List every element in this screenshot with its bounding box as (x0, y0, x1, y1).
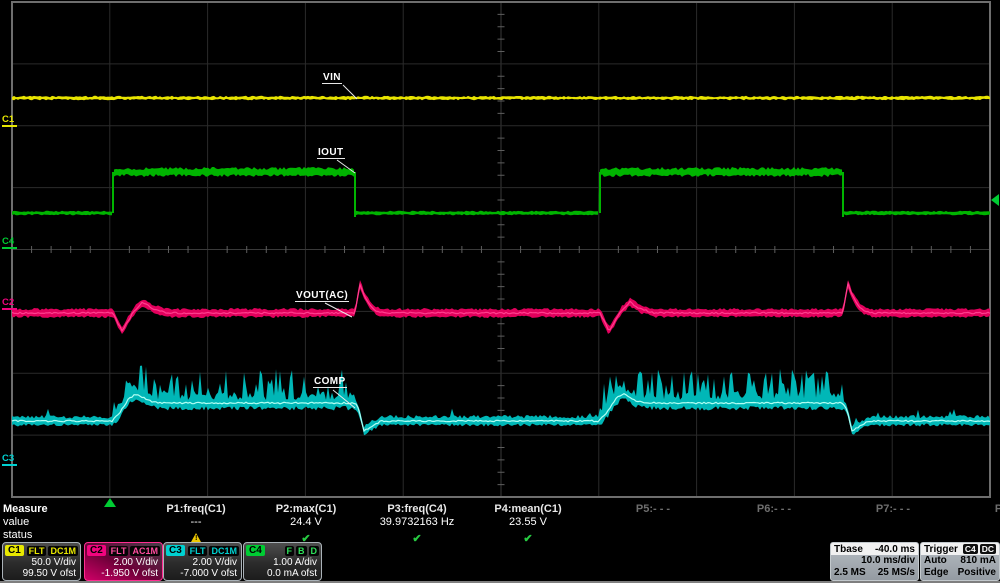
trigger-panel[interactable]: Trigger C4 DC Auto 810 mA Edge Positive (920, 542, 1000, 581)
check-icon: ✔ (523, 533, 532, 545)
c1-coupling-badge-dc1m: DC1M (48, 546, 78, 556)
trigger-mode: Auto (924, 555, 947, 567)
trigger-slope: Positive (958, 567, 996, 579)
trigger-level-marker (991, 194, 999, 206)
measure-p8[interactable]: P8:- - - (937, 503, 1000, 516)
channel-box-c2[interactable]: C2 FLT AC1M 2.00 V/div -1.950 V ofst (84, 542, 163, 581)
trigger-title: Trigger (924, 544, 958, 555)
check-icon: ✔ (412, 533, 421, 545)
c4-zero-marker[interactable]: C4 (2, 236, 17, 249)
measure-panel: Measure value status P1:freq(C1) --- ! P… (0, 497, 1000, 542)
measure-title: Measure (3, 503, 48, 515)
oscilloscope-screen: C1 C4 C2 C3 VIN IOUT VOUT(AC) COMP Measu… (0, 0, 1000, 583)
p4-status: ✔ (453, 529, 603, 541)
channel-box-c1[interactable]: C1 FLT DC1M 50.0 V/div 99.50 V ofst (2, 542, 81, 581)
c4-badge-d: D (309, 546, 320, 556)
c4-badge-f: F (285, 546, 295, 556)
c3-badge: C3 (166, 545, 185, 556)
c3-coupling-badge-dc1m: DC1M (209, 546, 239, 556)
warning-icon: ! (191, 533, 201, 542)
c3-offset: -7.000 V ofst (164, 568, 241, 579)
trigger-coupling-badge: DC (980, 544, 996, 554)
channel-box-c4[interactable]: C4 F B D 1.00 A/div 0.0 mA ofst (243, 542, 322, 581)
vin-trace-label: VIN (322, 72, 342, 84)
comp-trace-label: COMP (313, 376, 347, 388)
c3-zero-marker[interactable]: C3 (2, 453, 17, 466)
c2-scale: 2.00 V/div (85, 557, 162, 568)
c2-badge: C2 (87, 545, 106, 556)
c3-coupling-badge-flt: FLT (188, 546, 208, 556)
c2-coupling-badge-ac1m: AC1M (130, 546, 160, 556)
c1-coupling-badge-flt: FLT (27, 546, 47, 556)
timebase-panel[interactable]: Tbase -40.0 ms 10.0 ms/div 2.5 MS 25 MS/… (830, 542, 919, 581)
p8-label: P8:- - - (937, 503, 1000, 516)
c3-scale: 2.00 V/div (164, 557, 241, 568)
measure-row-status: status (3, 529, 32, 541)
check-icon: ✔ (301, 533, 310, 545)
c1-zero-marker[interactable]: C1 (2, 114, 17, 127)
trigger-source-badge: C4 (963, 544, 978, 554)
iout-trace-label: IOUT (317, 147, 345, 159)
timebase-scale: 10.0 ms/div (861, 555, 915, 567)
c1-offset: 99.50 V ofst (3, 568, 80, 579)
c2-offset: -1.950 V ofst (85, 568, 162, 579)
channel-box-c3[interactable]: C3 FLT DC1M 2.00 V/div -7.000 V ofst (163, 542, 242, 581)
timebase-offset: -40.0 ms (875, 544, 915, 555)
c4-badge-b: B (296, 546, 307, 556)
vout-trace-label: VOUT(AC) (295, 290, 349, 302)
waveform-display[interactable] (0, 0, 1000, 510)
trigger-level: 810 mA (960, 555, 996, 567)
c2-zero-marker[interactable]: C2 (2, 297, 17, 310)
c4-scale: 1.00 A/div (244, 557, 321, 568)
c1-scale: 50.0 V/div (3, 557, 80, 568)
c2-coupling-badge-flt: FLT (109, 546, 129, 556)
p4-value: 23.55 V (453, 516, 603, 529)
timebase-samples: 2.5 MS (834, 567, 866, 579)
c4-badge: C4 (246, 545, 265, 556)
trigger-type: Edge (924, 567, 948, 579)
timebase-title: Tbase (834, 544, 863, 555)
c4-offset: 0.0 mA ofst (244, 568, 321, 579)
measure-row-value: value (3, 516, 29, 528)
c1-badge: C1 (5, 545, 24, 556)
timebase-rate: 25 MS/s (878, 567, 915, 579)
